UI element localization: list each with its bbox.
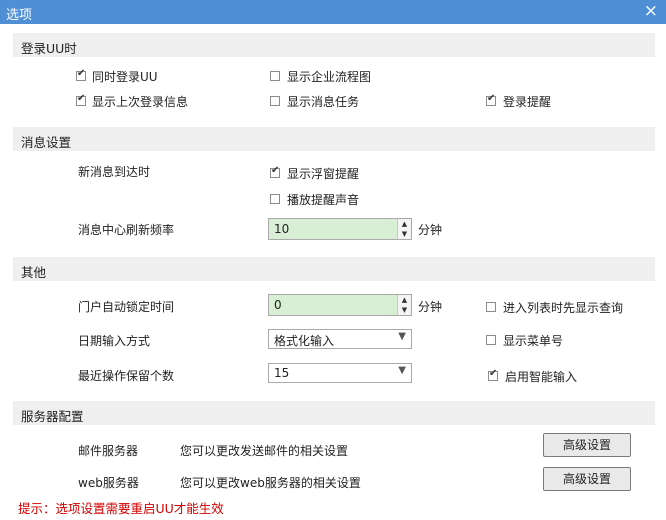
restart-tip: 提示：选项设置需要重启UU才能生效 [18,501,224,516]
mail-server-label: 邮件服务器 [78,444,139,458]
section-title-login: 登录UU时 [21,41,77,56]
section-title-other: 其他 [21,265,47,280]
recent-ops-select[interactable]: 15 ▼ [268,363,412,383]
section-title-message: 消息设置 [21,135,72,150]
show-last-login-checkbox[interactable] [76,93,86,106]
sync-login-label: 同时登录UU [92,70,158,84]
sound-reminder-label: 播放提醒声音 [287,193,360,207]
refresh-frequency-spinner[interactable]: 10 ▲ ▼ [268,218,412,240]
mail-server-desc: 您可以更改发送邮件的相关设置 [180,444,349,458]
show-flow-label: 显示企业流程图 [287,70,372,84]
web-server-desc: 您可以更改web服务器的相关设置 [180,476,361,490]
refresh-frequency-value: 10 [274,222,290,236]
mail-advanced-settings-button[interactable]: 高级设置 [543,433,631,457]
sound-reminder-checkbox[interactable] [270,194,280,204]
show-last-login-label: 显示上次登录信息 [92,95,189,109]
title-bar: 选项 × [0,0,666,24]
recent-ops-value: 15 [274,366,290,380]
auto-lock-unit-label: 分钟 [418,300,443,314]
smart-input-label: 启用智能输入 [505,370,578,384]
section-header-server: 服务器配置 [13,401,655,425]
web-server-label: web服务器 [78,476,139,490]
spinner-arrows-icon[interactable]: ▲ ▼ [397,219,411,239]
refresh-unit-label: 分钟 [418,223,443,237]
section-header-login: 登录UU时 [13,33,655,57]
show-msg-task-checkbox[interactable] [270,96,280,106]
section-title-server: 服务器配置 [21,409,84,424]
show-menu-no-label: 显示菜单号 [503,334,564,348]
float-reminder-checkbox[interactable] [270,165,280,178]
chevron-down-icon[interactable]: ▼ [398,365,406,376]
smart-input-checkbox[interactable] [488,368,498,381]
show-query-label: 进入列表时先显示查询 [503,301,624,315]
show-flow-checkbox[interactable] [270,71,280,81]
recent-ops-label: 最近操作保留个数 [78,369,175,383]
login-reminder-checkbox[interactable] [486,93,496,106]
show-query-checkbox[interactable] [486,302,496,312]
new-msg-label: 新消息到达时 [78,165,151,179]
auto-lock-spinner[interactable]: 0 ▲ ▼ [268,294,412,316]
refresh-frequency-label: 消息中心刷新频率 [78,223,175,237]
auto-lock-value: 0 [274,298,282,312]
auto-lock-label: 门户自动锁定时间 [78,300,175,314]
spinner-arrows-icon[interactable]: ▲ ▼ [397,295,411,315]
date-input-select[interactable]: 格式化输入 ▼ [268,329,412,349]
sync-login-checkbox[interactable] [76,68,86,81]
date-input-value: 格式化输入 [274,334,335,348]
close-icon[interactable]: × [644,1,658,21]
web-advanced-settings-button[interactable]: 高级设置 [543,467,631,491]
login-reminder-label: 登录提醒 [503,95,552,109]
section-header-other: 其他 [13,257,655,281]
date-input-label: 日期输入方式 [78,334,151,348]
chevron-down-icon[interactable]: ▼ [398,331,406,342]
show-menu-no-checkbox[interactable] [486,335,496,345]
section-header-message: 消息设置 [13,127,655,151]
show-msg-task-label: 显示消息任务 [287,95,360,109]
float-reminder-label: 显示浮窗提醒 [287,167,360,181]
window-title: 选项 [6,8,33,23]
